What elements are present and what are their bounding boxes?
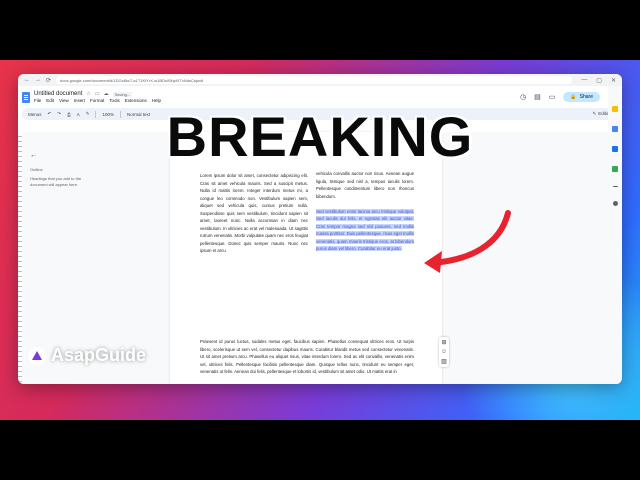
browser-toolbar: ← → ⟳ docs.google.com/document/d/1DGx8kc… [18, 74, 622, 86]
lock-icon: 🔒 [570, 94, 577, 100]
document-page[interactable]: Lorem ipsum dolor sit amet, consectetur … [170, 132, 442, 384]
suggest-edit-icon[interactable]: ▨ [441, 358, 447, 365]
share-label: Share [579, 94, 593, 100]
full-width-paragraph[interactable]: Praesent id purus luctus, sodales metus … [200, 338, 414, 376]
selected-text[interactable]: Sed vestibulum enim lacinia arcu tristiq… [316, 208, 414, 252]
red-arrow-icon [424, 210, 511, 273]
title-row: Untitled document ☆ ▭ ☁ Saving... [34, 91, 161, 97]
close-icon[interactable]: ✕ [611, 77, 616, 84]
menu-format[interactable]: Format [90, 98, 104, 103]
menu-view[interactable]: View [59, 98, 69, 103]
move-icon[interactable]: ▭ [95, 91, 100, 97]
outline-hint: Headings that you add to the document wi… [30, 176, 82, 187]
reload-icon[interactable]: ⟳ [46, 77, 51, 84]
add-icon[interactable] [612, 201, 618, 206]
divider [612, 186, 618, 187]
menu-help[interactable]: Help [152, 98, 161, 103]
menu-file[interactable]: File [34, 98, 41, 103]
channel-logo: AsapGuide [28, 345, 146, 366]
add-emoji-icon[interactable]: ☺ [441, 349, 447, 355]
star-icon[interactable]: ☆ [86, 91, 90, 97]
cloud-icon: ☁ [103, 91, 109, 97]
meet-icon[interactable]: ▭ [549, 93, 556, 101]
minimize-icon[interactable]: — [581, 77, 587, 83]
docs-logo-icon[interactable] [22, 91, 30, 103]
history-icon[interactable]: ◷ [520, 93, 526, 101]
menu-insert[interactable]: Insert [74, 98, 85, 103]
forward-icon[interactable]: → [35, 77, 41, 83]
right-column[interactable]: vehicula convallis auctor non risus. Aen… [316, 170, 414, 253]
share-button[interactable]: 🔒 Share [563, 92, 600, 102]
logo-text: AsapGuide [51, 345, 147, 365]
maximize-icon[interactable]: ▢ [596, 77, 602, 84]
header-actions: ◷ ▤ ▭ 🔒 Share [520, 92, 618, 102]
back-icon[interactable]: ← [24, 77, 30, 83]
address-bar[interactable]: docs.google.com/document/d/1DGx8kcT-a1T1… [56, 76, 573, 84]
logo-icon [28, 346, 46, 365]
left-column-text[interactable]: Lorem ipsum dolor sit amet, consectetur … [200, 172, 308, 255]
floating-actions: ⊞ ☺ ▨ [439, 337, 449, 367]
saving-status: Saving... [112, 91, 133, 97]
menu-bar: File Edit View Insert Format Tools Exten… [34, 98, 161, 103]
menu-tools[interactable]: Tools [109, 98, 120, 103]
title-block: Untitled document ☆ ▭ ☁ Saving... File E… [34, 91, 161, 103]
right-column-text: vehicula convallis auctor non risus. Aen… [316, 171, 414, 199]
breaking-headline: BREAKING [166, 105, 474, 168]
menu-edit[interactable]: Edit [46, 98, 54, 103]
menu-extensions[interactable]: Extensions [125, 98, 147, 103]
document-title[interactable]: Untitled document [34, 91, 82, 97]
comments-icon[interactable]: ▤ [534, 93, 541, 101]
add-comment-icon[interactable]: ⊞ [441, 339, 446, 346]
